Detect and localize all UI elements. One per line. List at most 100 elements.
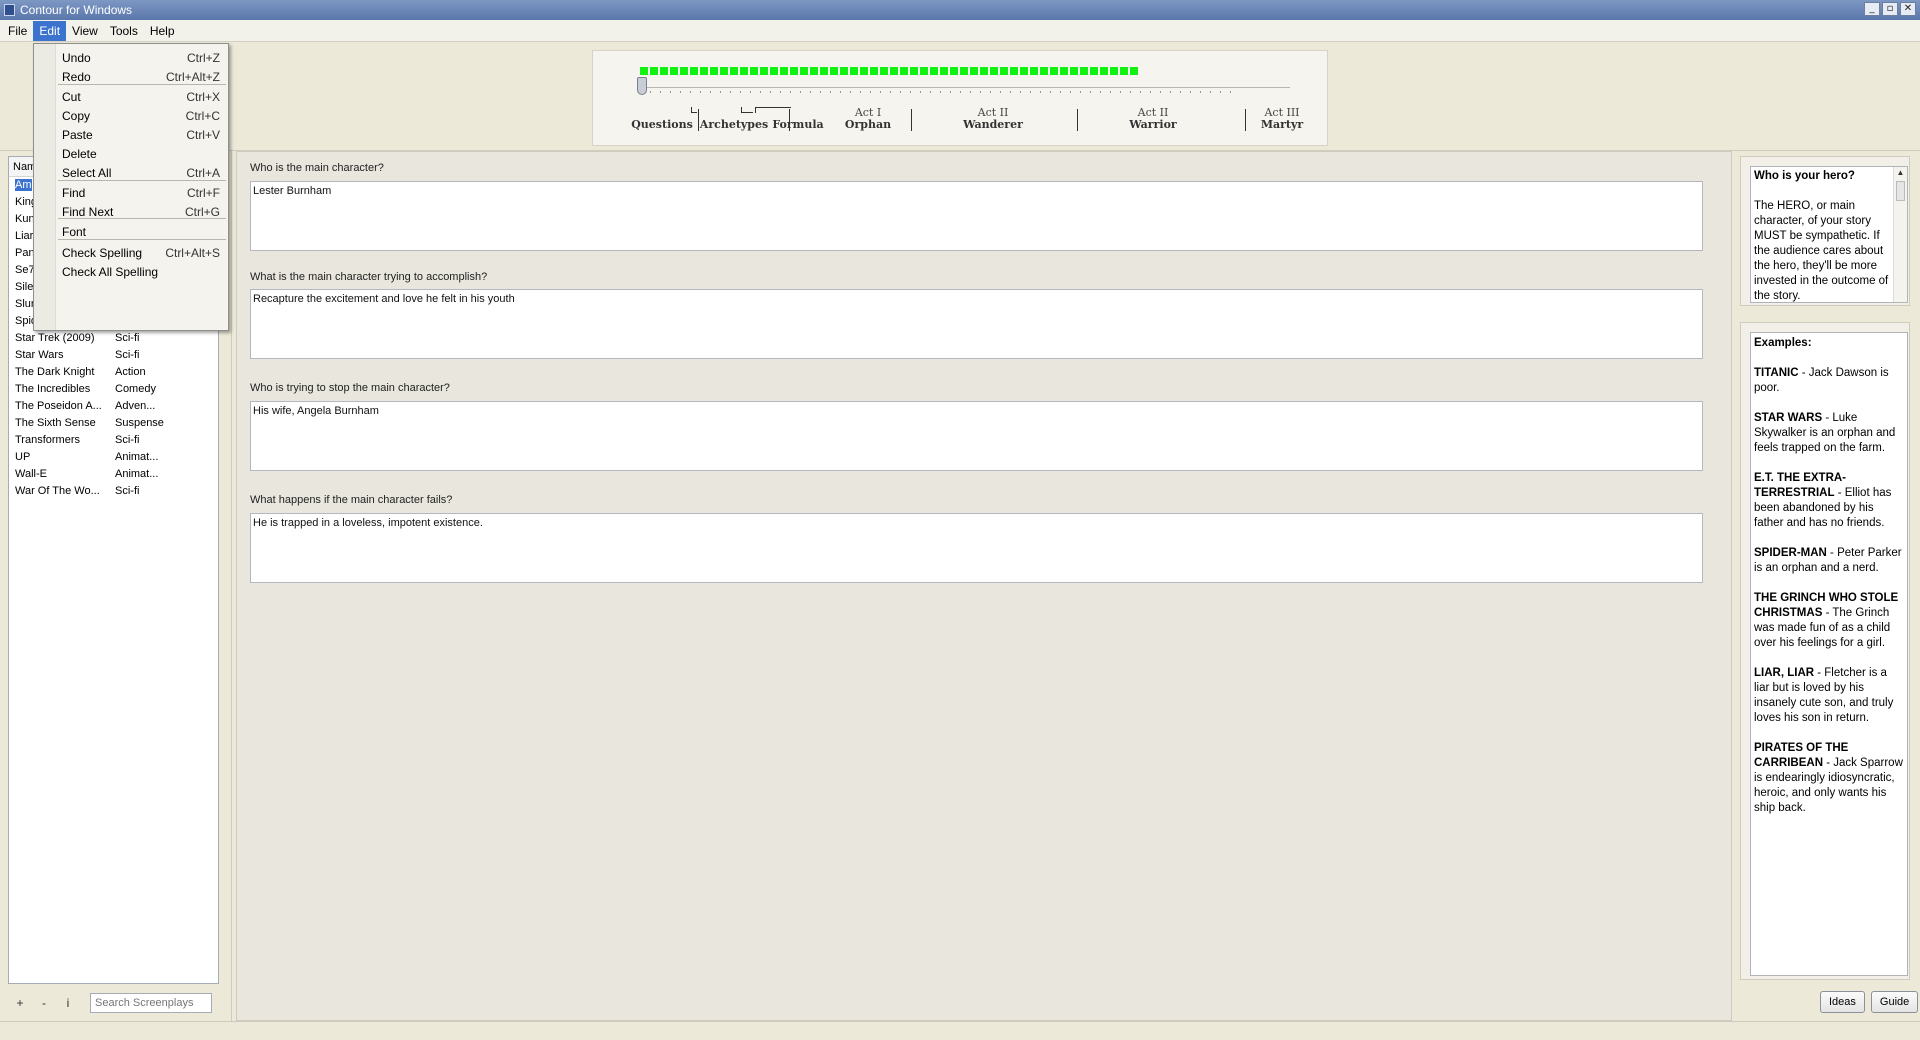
slider-tick — [1210, 91, 1211, 93]
examples-text-box[interactable]: Examples: TITANIC - Jack Dawson is poor.… — [1750, 332, 1908, 976]
progress-block — [770, 67, 778, 75]
edit-menu-item-check-all-spelling[interactable]: Check All Spelling — [34, 261, 228, 283]
screenplay-row[interactable]: The Sixth Sense Suspense — [9, 415, 218, 432]
help-scrollbar[interactable]: ▲ — [1893, 167, 1907, 302]
progress-block — [910, 67, 918, 75]
slider-tick — [990, 91, 991, 93]
progress-block — [930, 67, 938, 75]
progress-block — [970, 67, 978, 75]
act-wanderer-label: Wanderer — [963, 118, 1023, 131]
progress-block — [760, 67, 768, 75]
act-orphan-label: Orphan — [844, 118, 892, 131]
progress-slider-ticks — [640, 91, 1231, 93]
scroll-up-icon[interactable]: ▲ — [1894, 167, 1907, 179]
menu-edit[interactable]: Edit — [33, 20, 67, 41]
example-title: E.T. THE EXTRA-TERRESTRIAL — [1754, 472, 1847, 499]
scroll-thumb[interactable] — [1896, 181, 1905, 201]
antagonist-field[interactable] — [250, 401, 1703, 471]
slider-tick — [720, 91, 721, 93]
screenplay-name: The Dark Knight — [15, 366, 95, 378]
screenplay-genre: Animat... — [115, 468, 159, 480]
example-title: LIAR, LIAR — [1754, 667, 1815, 679]
edit-menu-item-find-next[interactable]: Find Next Ctrl+G — [34, 201, 228, 223]
example-item: STAR WARS - Luke Skywalker is an orphan … — [1754, 411, 1904, 456]
example-title: SPIDER-MAN — [1754, 547, 1827, 559]
slider-tick — [810, 91, 811, 93]
act-martyr[interactable]: Act III Martyr — [1247, 107, 1317, 131]
act-orphan[interactable]: Act I Orphan — [833, 107, 903, 131]
screenplay-name: Transformers — [15, 434, 80, 446]
screenplay-name: Pan — [15, 247, 35, 259]
slider-tick — [930, 91, 931, 93]
title-bar: Contour for Windows _ ▫ ✕ — [0, 0, 1920, 20]
progress-block — [1110, 67, 1118, 75]
menu-view[interactable]: View — [66, 21, 104, 41]
guide-pane: Who is your hero? The HERO, or main char… — [1736, 151, 1920, 1021]
slider-tick — [1000, 91, 1001, 93]
slider-tick — [680, 91, 681, 93]
slider-tick — [900, 91, 901, 93]
screenplay-name: Slur — [15, 298, 35, 310]
slider-tick — [1140, 91, 1141, 93]
acts-nav: Questions Archetypes Formula Act I Orpha… — [593, 107, 1329, 143]
edit-menu-dropdown: Undo Ctrl+Z Redo Ctrl+Alt+Z Cut Ctrl+X Copy Ctr… — [33, 43, 229, 331]
menu-tools[interactable]: Tools — [104, 21, 144, 41]
progress-block — [690, 67, 698, 75]
slider-tick — [840, 91, 841, 93]
guide-buttons: Ideas Guide — [1820, 991, 1919, 1013]
add-screenplay-button[interactable]: + — [8, 996, 32, 1010]
progress-block — [840, 67, 848, 75]
screenplay-row[interactable]: Wall-E Animat... — [9, 466, 218, 483]
slider-tick — [700, 91, 701, 93]
screenplay-row[interactable]: UP Animat... — [9, 449, 218, 466]
screenplay-name: Kun — [15, 213, 35, 225]
menu-separator — [58, 84, 226, 85]
progress-block — [900, 67, 908, 75]
minimize-button[interactable]: _ — [1864, 2, 1880, 16]
slider-tick — [970, 91, 971, 93]
slider-tick — [650, 91, 651, 93]
act-wanderer[interactable]: Act II Wanderer — [943, 107, 1043, 131]
act-warrior[interactable]: Act II Warrior — [1103, 107, 1203, 131]
progress-block — [870, 67, 878, 75]
slider-tick — [1040, 91, 1041, 93]
screenplay-genre: Animat... — [115, 451, 159, 463]
slider-tick — [1190, 91, 1191, 93]
act-archetypes-label: Archetypes — [699, 118, 769, 131]
screenplay-row[interactable]: Transformers Sci-fi — [9, 432, 218, 449]
info-button[interactable]: i — [56, 996, 80, 1010]
help-text-box[interactable]: Who is your hero? The HERO, or main char… — [1750, 166, 1908, 303]
search-screenplays-input[interactable] — [90, 993, 212, 1013]
act-archetypes[interactable]: Archetypes — [699, 107, 769, 131]
menu-file[interactable]: File — [2, 21, 33, 41]
slider-tick — [1030, 91, 1031, 93]
remove-screenplay-button[interactable]: - — [32, 996, 56, 1010]
goal-field[interactable] — [250, 289, 1703, 359]
progress-block — [1090, 67, 1098, 75]
close-button[interactable]: ✕ — [1900, 2, 1916, 16]
progress-block — [860, 67, 868, 75]
progress-block — [750, 67, 758, 75]
ideas-button[interactable]: Ideas — [1820, 991, 1865, 1013]
main-character-field[interactable] — [250, 181, 1703, 251]
screenplay-row[interactable]: The Incredibles Comedy — [9, 381, 218, 398]
screenplay-genre: Sci-fi — [115, 332, 140, 344]
act-formula[interactable]: Formula — [768, 107, 828, 131]
menu-help[interactable]: Help — [144, 21, 181, 41]
slider-tick — [740, 91, 741, 93]
slider-tick — [880, 91, 881, 93]
screenplay-row[interactable]: The Dark Knight Action — [9, 364, 218, 381]
screenplay-row[interactable]: The Poseidon A... Adven... — [9, 398, 218, 415]
progress-block — [1030, 67, 1038, 75]
progress-block — [740, 67, 748, 75]
screenplay-row[interactable]: War Of The Wo... Sci-fi — [9, 483, 218, 500]
slider-tick — [1080, 91, 1081, 93]
progress-block — [810, 67, 818, 75]
screenplay-row[interactable]: Star Trek (2009) Sci-fi — [9, 330, 218, 347]
stakes-field[interactable] — [250, 513, 1703, 583]
restore-button[interactable]: ▫ — [1882, 2, 1898, 16]
act-questions[interactable]: Questions — [631, 107, 693, 131]
guide-button[interactable]: Guide — [1870, 991, 1919, 1013]
screenplay-row[interactable]: Star Wars Sci-fi — [9, 347, 218, 364]
progress-slider-thumb[interactable] — [637, 77, 647, 95]
